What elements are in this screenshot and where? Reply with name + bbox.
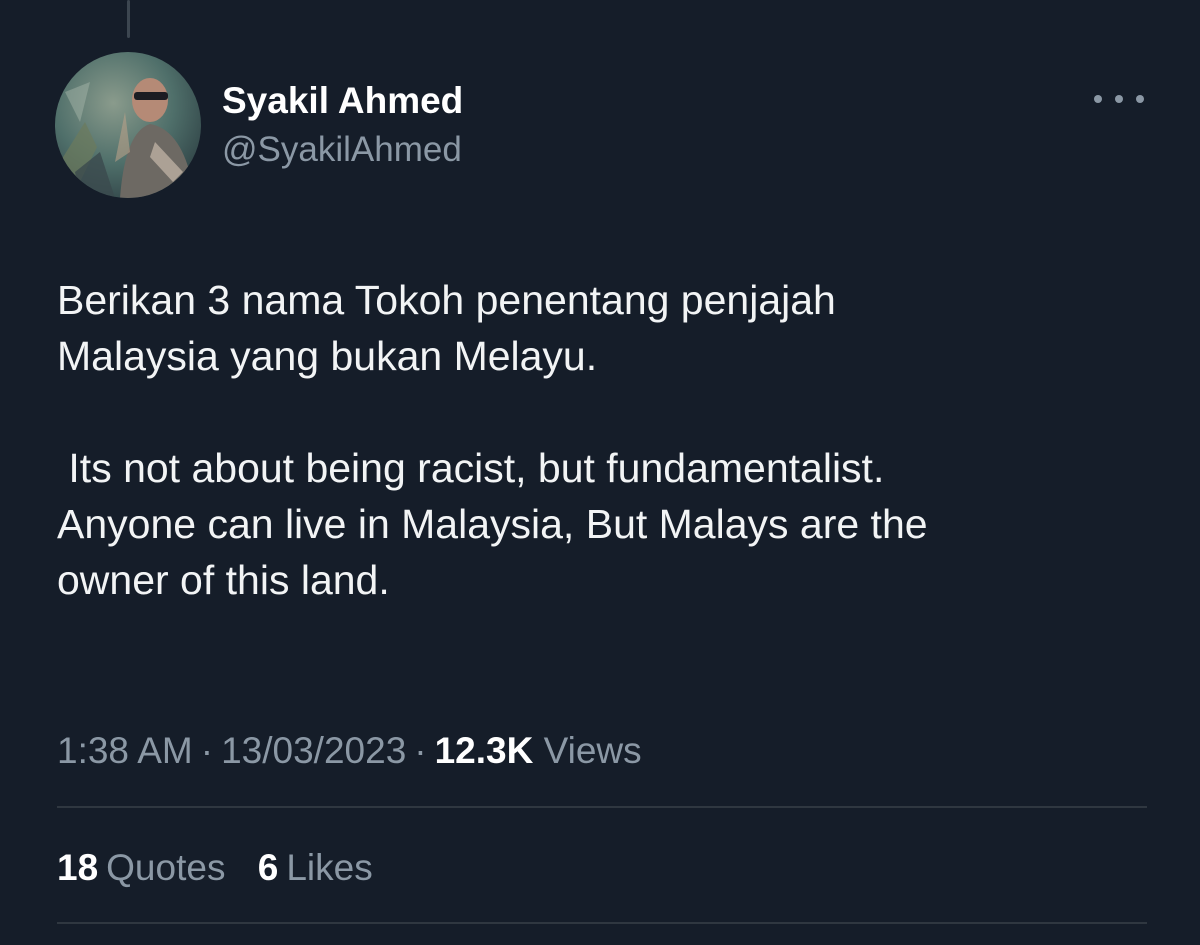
likes-link[interactable]: 6 Likes: [258, 843, 373, 893]
likes-label: Likes: [286, 847, 373, 888]
tweet-meta: 1:38 AM · 13/03/2023 · 12.3K Views: [57, 726, 642, 776]
divider: [57, 922, 1147, 924]
tweet-date[interactable]: 13/03/2023: [221, 730, 406, 771]
more-horizontal-icon: [1094, 95, 1144, 103]
quotes-link[interactable]: 18 Quotes: [57, 843, 225, 893]
likes-count: 6: [257, 847, 279, 888]
quotes-count: 18: [57, 847, 99, 888]
tweet-text-line: Its not about being racist, but fundamen…: [57, 445, 885, 491]
quotes-label: Quotes: [106, 847, 226, 888]
tweet-body: Berikan 3 nama Tokoh penentang penjajah …: [57, 272, 1167, 608]
engagement-stats: 18 Quotes 6 Likes: [57, 843, 395, 893]
tweet-text-line: Anyone can live in Malaysia, But Malays …: [57, 501, 928, 547]
author-handle[interactable]: @SyakilAhmed: [222, 130, 463, 170]
tweet-author[interactable]: Syakil Ahmed @SyakilAhmed: [222, 80, 463, 170]
views-label: Views: [543, 730, 642, 771]
tweet-text-line: Berikan 3 nama Tokoh penentang penjajah: [57, 277, 836, 323]
views-count: 12.3K: [434, 730, 534, 771]
divider: [57, 806, 1147, 808]
author-display-name[interactable]: Syakil Ahmed: [222, 80, 463, 122]
more-options-button[interactable]: [1094, 84, 1144, 114]
avatar[interactable]: [55, 52, 201, 198]
tweet-text-line: owner of this land.: [57, 557, 390, 603]
meta-separator: ·: [414, 730, 427, 771]
tweet-time[interactable]: 1:38 AM: [57, 730, 193, 771]
thread-connector-line: [127, 0, 130, 38]
tweet-paragraph: Berikan 3 nama Tokoh penentang penjajah …: [57, 272, 1167, 384]
tweet-paragraph: Its not about being racist, but fundamen…: [57, 440, 1167, 608]
meta-separator: ·: [200, 730, 214, 771]
tweet-text-line: Malaysia yang bukan Melayu.: [57, 333, 598, 379]
